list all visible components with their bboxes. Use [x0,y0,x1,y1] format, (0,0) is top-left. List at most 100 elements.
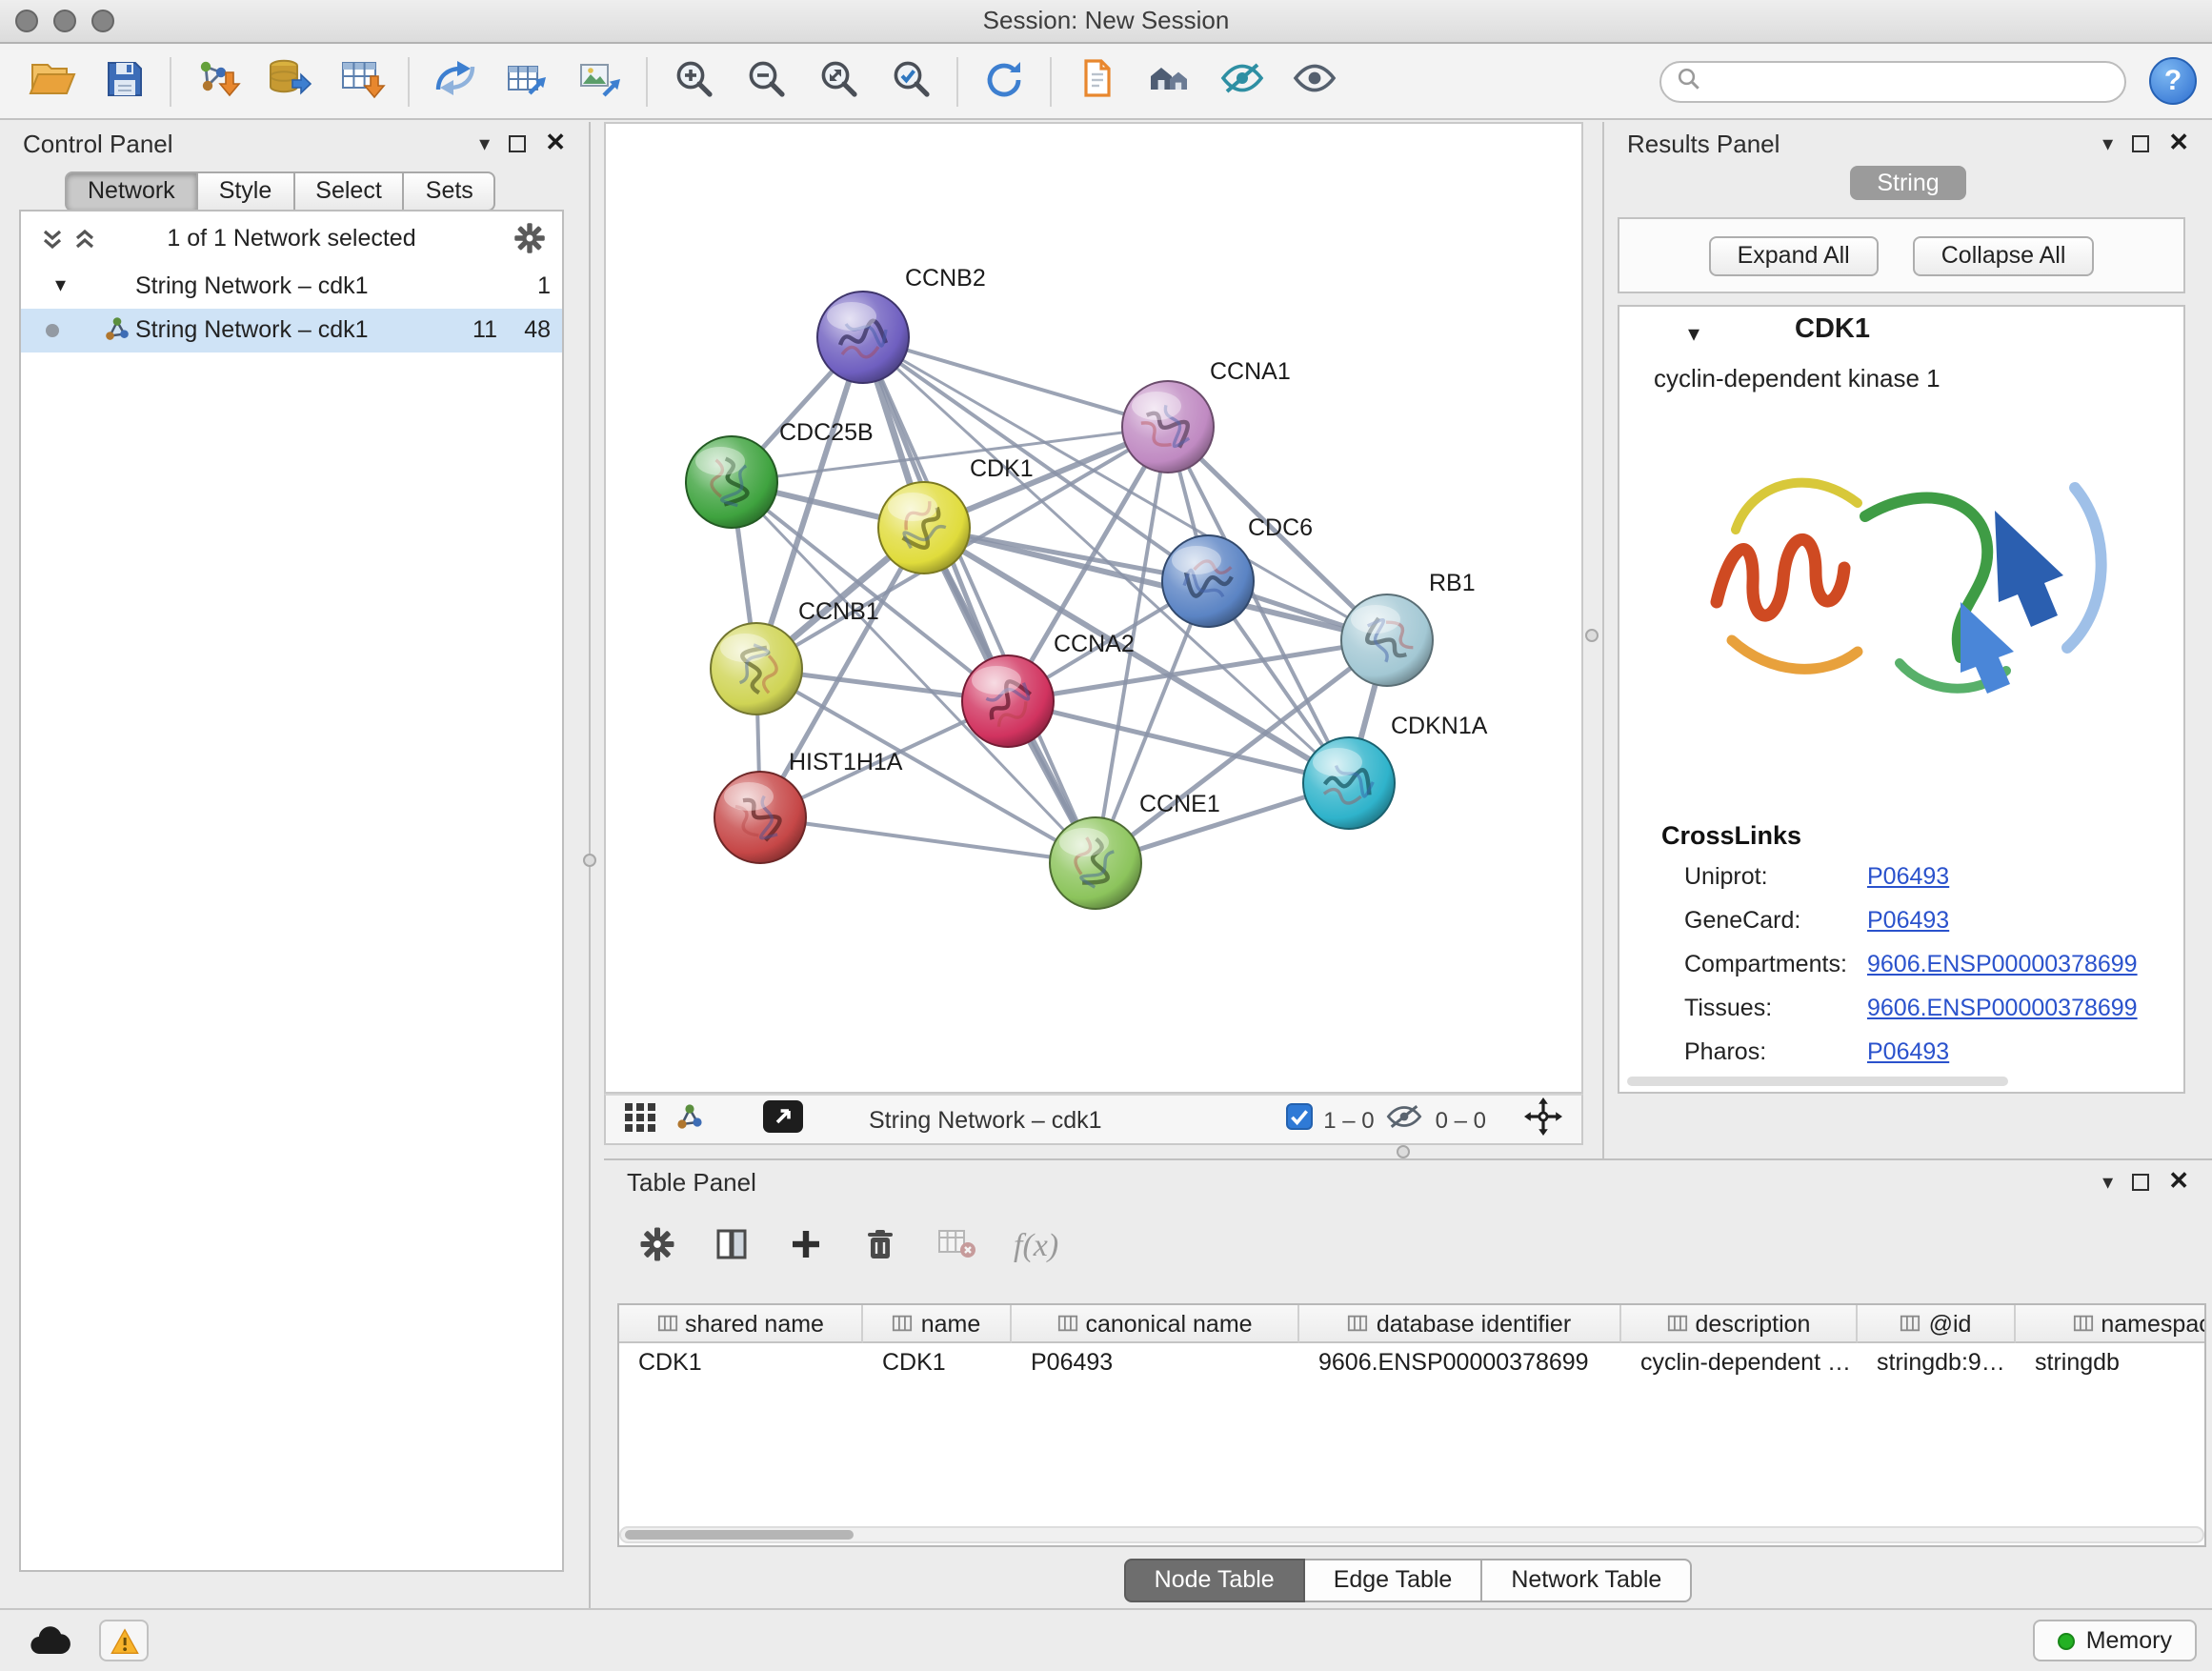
first-neighbors-button[interactable] [1134,49,1206,113]
node-label: CDC25B [779,419,874,446]
grid-view-icon[interactable] [625,1102,659,1137]
zoom-window-icon[interactable] [91,10,114,32]
network-node-RB1[interactable]: RB1 [1341,570,1476,686]
show-columns-icon[interactable] [713,1224,751,1268]
tab-sets[interactable]: Sets [405,171,496,211]
tab-node-table[interactable]: Node Table [1124,1559,1305,1602]
network-row-selected[interactable]: String Network – cdk1 11 48 [21,309,562,352]
uniprot-link[interactable]: P06493 [1867,856,1949,899]
column-header[interactable]: name [863,1305,1012,1343]
refresh-icon [981,55,1027,107]
add-column-icon[interactable] [787,1224,825,1268]
table-settings-gear-icon[interactable] [638,1224,676,1268]
tab-edge-table[interactable]: Edge Table [1305,1559,1483,1602]
cell-namespace: stringdb [2016,1343,2206,1381]
close-panel-icon[interactable]: ✕ [2168,1166,2189,1197]
minimize-window-icon[interactable] [53,10,76,32]
clone-network-button[interactable] [419,49,492,113]
float-panel-icon[interactable] [2132,134,2149,151]
close-panel-icon[interactable]: ✕ [2168,128,2189,158]
tissues-link[interactable]: 9606.ENSP00000378699 [1867,987,2138,1031]
zoom-in-button[interactable] [657,49,730,113]
export-image-button[interactable] [564,49,636,113]
column-header[interactable]: description [1621,1305,1858,1343]
function-builder-icon[interactable]: f(x) [1014,1227,1058,1265]
zoom-selected-button[interactable] [875,49,947,113]
cell-canonical-name: P06493 [1012,1343,1299,1381]
expand-all-button[interactable]: Expand All [1709,235,1879,275]
network-node-HIST1H1A[interactable]: HIST1H1A [714,749,903,863]
fit-crosshair-icon[interactable] [1524,1097,1562,1141]
search-box[interactable] [1659,60,2126,102]
crosslink-row: GeneCard: P06493 [1684,899,2161,943]
memory-button[interactable]: Memory [2033,1620,2197,1661]
horizontal-scrollbar[interactable] [1627,1077,2008,1086]
hidden-eye-icon[interactable] [1386,1101,1424,1137]
eye-icon [1290,55,1339,107]
float-panel-icon[interactable] [2132,1173,2149,1190]
refresh-button[interactable] [968,49,1040,113]
export-table-button[interactable] [492,49,564,113]
tab-network-table[interactable]: Network Table [1482,1559,1692,1602]
splitter-handle[interactable] [1585,629,1599,642]
close-panel-icon[interactable]: ✕ [545,128,566,158]
collapse-all-button[interactable]: Collapse All [1913,235,2095,275]
network-collection-row[interactable]: ▾ String Network – cdk1 1 [21,265,562,309]
panel-menu-icon[interactable]: ▾ [2102,1169,2113,1194]
import-network-button[interactable] [181,49,253,113]
crosslink-row: Uniprot: P06493 [1684,856,2161,899]
selected-checkbox-icon[interactable] [1285,1103,1312,1136]
column-header[interactable]: @id [1858,1305,2016,1343]
delete-column-trash-icon[interactable] [861,1224,899,1268]
open-session-button[interactable] [15,49,88,113]
float-panel-icon[interactable] [509,134,526,151]
network-node-CCNA1[interactable]: CCNA1 [1122,358,1291,473]
search-input[interactable] [1711,66,2109,96]
splitter-handle[interactable] [1397,1145,1410,1158]
node-label: CCNA1 [1210,358,1291,385]
network-graph[interactable]: CCNB2CCNA1CDC25BCDK1CDC6RB1CCNB1CCNA2CDK… [606,124,1581,1092]
import-table-button[interactable] [326,49,398,113]
network-node-CCNE1[interactable]: CCNE1 [1050,791,1220,909]
clipboard-button[interactable] [1061,49,1134,113]
show-all-button[interactable] [1278,49,1351,113]
column-header[interactable]: canonical name [1012,1305,1299,1343]
node-label: CCNB1 [798,598,879,625]
network-view[interactable]: CCNB2CCNA1CDC25BCDK1CDC6RB1CCNB1CCNA2CDK… [604,122,1583,1094]
cloud-icon[interactable] [27,1623,76,1663]
tree-caret-icon[interactable]: ▾ [55,265,66,309]
tab-style[interactable]: Style [198,171,295,211]
save-session-button[interactable] [88,49,160,113]
help-button[interactable]: ? [2149,57,2197,105]
hide-selected-button[interactable] [1206,49,1278,113]
warning-button[interactable] [99,1620,149,1661]
results-panel-title: Results Panel [1627,129,1780,157]
splitter-handle[interactable] [583,854,596,867]
table-horizontal-scrollbar[interactable] [619,1526,2204,1543]
tab-network[interactable]: Network [65,171,198,211]
column-header[interactable]: database identifier [1299,1305,1621,1343]
column-header[interactable]: namespace [2016,1305,2206,1343]
network-share-icon[interactable] [674,1101,705,1137]
panel-menu-icon[interactable]: ▾ [479,131,490,155]
pharos-link[interactable]: P06493 [1867,1031,1949,1075]
column-header[interactable]: shared name [619,1305,863,1343]
tab-string[interactable]: String [1850,166,1965,200]
zoom-fit-button[interactable] [802,49,875,113]
import-network-from-database-button[interactable] [253,49,326,113]
zoom-out-button[interactable] [730,49,802,113]
current-network-indicator [46,324,59,337]
gear-icon[interactable] [513,221,547,261]
tab-select[interactable]: Select [294,171,405,211]
table-row[interactable]: CDK1 CDK1 P06493 9606.ENSP00000378699 cy… [619,1343,2204,1381]
scrollbar-thumb[interactable] [625,1530,854,1540]
genecard-link[interactable]: P06493 [1867,899,1949,943]
panel-menu-icon[interactable]: ▾ [2102,131,2113,155]
compartments-link[interactable]: 9606.ENSP00000378699 [1867,943,2138,987]
birdseye-view-icon[interactable] [762,1099,804,1139]
collapse-gene-icon[interactable]: ▾ [1688,320,1699,347]
network-node-CDKN1A[interactable]: CDKN1A [1303,713,1488,829]
network-node-CDK1[interactable]: CDK1 [878,455,1034,574]
close-window-icon[interactable] [15,10,38,32]
clear-table-icon[interactable] [935,1226,977,1266]
